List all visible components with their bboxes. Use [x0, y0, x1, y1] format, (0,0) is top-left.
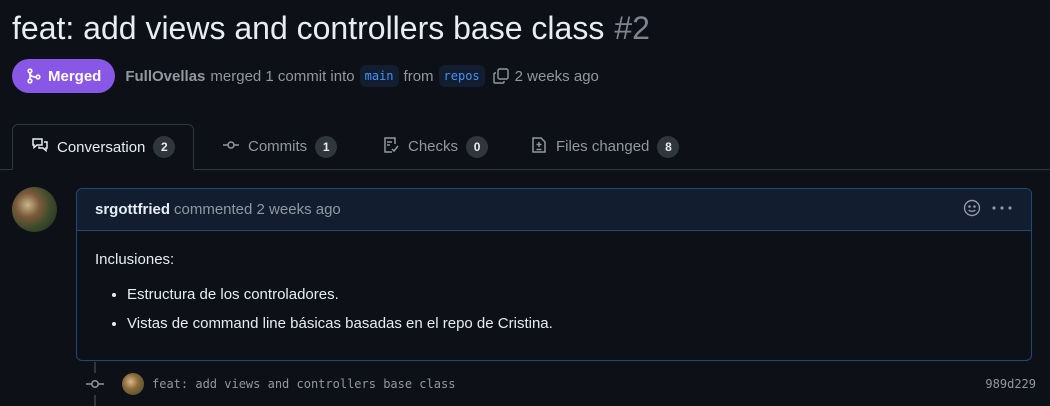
tab-counter: 0 — [466, 135, 489, 158]
copy-icon[interactable] — [492, 67, 510, 85]
base-branch[interactable]: main — [359, 65, 399, 87]
comment-intro: Inclusiones: — [95, 251, 175, 268]
comment-discussion-icon — [31, 136, 49, 158]
merged-status-badge: Merged — [12, 59, 116, 93]
commit-message-link[interactable]: feat: add views and controllers base cla… — [152, 377, 455, 391]
tab-label: Checks — [408, 138, 459, 155]
pr-meta: Merged FullOvellas merged 1 commit into … — [12, 59, 599, 93]
comment-box: srgottfried commented 2 weeks ago Inclus… — [76, 188, 1032, 361]
checklist-icon — [382, 136, 400, 158]
avatar[interactable] — [12, 187, 57, 232]
author-link[interactable]: FullOvellas — [125, 68, 205, 85]
tab-commits[interactable]: Commits 1 — [222, 124, 338, 169]
git-commit-icon — [84, 373, 106, 395]
git-merge-icon — [26, 68, 42, 84]
tab-label: Conversation — [57, 138, 146, 156]
tab-counter: 1 — [315, 135, 338, 158]
tab-counter: 2 — [153, 136, 176, 158]
pr-title: feat: add views and controllers base cla… — [12, 10, 605, 46]
pr-number: #2 — [614, 10, 650, 46]
commit-author-avatar[interactable] — [122, 373, 144, 395]
comment-body: Inclusiones: Estructura de los controlad… — [77, 231, 1031, 333]
smiley-icon[interactable] — [963, 199, 981, 221]
merged-status-label: Merged — [48, 67, 102, 85]
merge-action-text: merged 1 commit into — [210, 67, 355, 85]
comment-list: Estructura de los controladores. Vistas … — [95, 286, 1013, 333]
list-item: Estructura de los controladores. — [127, 286, 1013, 304]
list-item: Vistas de command line básicas basadas e… — [127, 315, 1013, 333]
tab-counter: 8 — [657, 135, 680, 158]
commit-sha-link[interactable]: 989d229 — [985, 377, 1036, 391]
tab-conversation[interactable]: Conversation 2 — [12, 124, 195, 170]
comment-action-text: commented 2 weeks ago — [174, 201, 341, 218]
head-branch[interactable]: repos — [438, 65, 485, 87]
from-text: from — [403, 67, 434, 85]
merge-time: 2 weeks ago — [514, 67, 599, 85]
tab-checks[interactable]: Checks 0 — [382, 124, 489, 169]
tab-label: Commits — [248, 138, 308, 155]
git-commit-icon — [222, 136, 240, 158]
comment-header: srgottfried commented 2 weeks ago — [77, 189, 1031, 231]
pr-tabs: Conversation 2 Commits 1 Checks 0 Files … — [0, 124, 1050, 170]
comment-author-link[interactable]: srgottfried — [95, 201, 170, 218]
file-diff-icon — [530, 136, 548, 158]
kebab-menu-icon[interactable] — [991, 199, 1013, 221]
tab-files-changed[interactable]: Files changed 8 — [530, 124, 680, 169]
page-title: feat: add views and controllers base cla… — [12, 8, 650, 48]
commit-row: feat: add views and controllers base cla… — [84, 372, 1036, 396]
comment-actions — [963, 199, 1013, 221]
tab-label: Files changed — [556, 138, 650, 155]
